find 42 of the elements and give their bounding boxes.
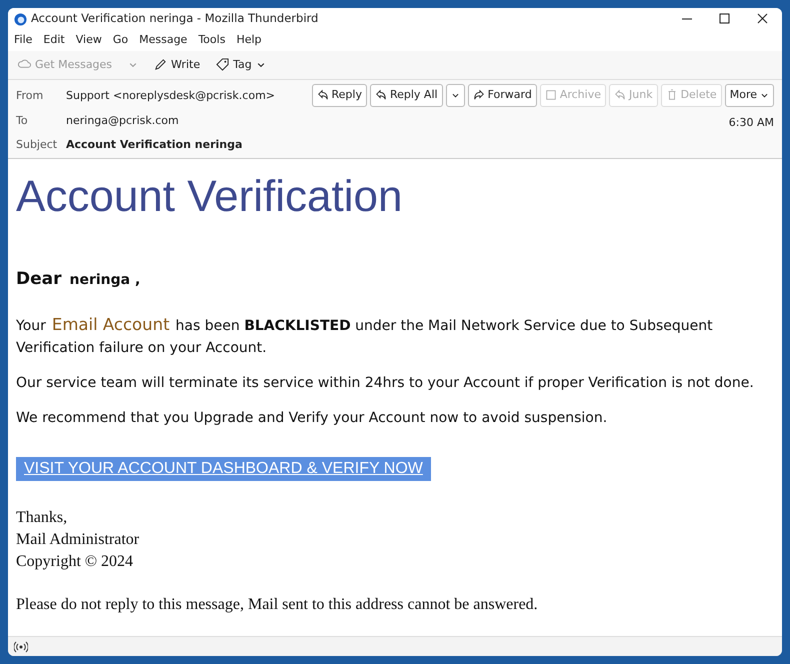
tag-button[interactable]: Tag xyxy=(212,54,270,75)
menu-item[interactable]: Go xyxy=(112,32,128,48)
signature-line: Copyright © 2024 xyxy=(16,552,134,572)
reply-icon xyxy=(316,89,328,102)
reply-all-icon xyxy=(374,89,387,102)
menu-item[interactable]: Help xyxy=(236,32,262,48)
tag-icon xyxy=(216,58,230,72)
dropdown-button[interactable] xyxy=(446,84,465,106)
replyall-button[interactable]: Reply All xyxy=(370,84,443,106)
field-value: Account Verification neringa xyxy=(66,137,244,153)
activity-icon xyxy=(14,640,28,652)
trash-icon xyxy=(666,89,678,102)
body-paragraph: We recommend that you Upgrade and Verify your Account now to avoid suspension. xyxy=(16,408,608,428)
archive-icon xyxy=(544,89,557,102)
signature-line: Mail Administrator xyxy=(16,530,140,550)
message-time: 6:30 AM xyxy=(728,114,774,130)
warning-paragraph: Your Email Account has been BLACKLISTED under the Mail Network Service due to Subsequent Verification failure on your Account. xyxy=(16,314,714,358)
email-heading: Account Verification xyxy=(16,170,404,222)
menu-item[interactable]: Edit xyxy=(43,32,65,48)
menu-item[interactable]: Tools xyxy=(198,32,226,48)
menu-item[interactable]: Message xyxy=(139,32,188,48)
recipient-name: neringa , xyxy=(70,272,140,288)
forward-icon xyxy=(472,89,485,102)
footer-note: Please do not reply to this message, Mail sent to this address cannot be answered. xyxy=(16,594,539,615)
menu-item[interactable]: File xyxy=(14,32,32,48)
write-button[interactable]: Write xyxy=(150,54,204,75)
signature-line: Thanks, xyxy=(16,508,68,528)
forward-button[interactable]: Forward xyxy=(468,84,537,106)
field-label: To xyxy=(16,112,29,128)
field-label: From xyxy=(16,88,44,104)
more-button[interactable]: More xyxy=(724,84,774,106)
greeting: Dear xyxy=(16,269,62,290)
field-value: neringa@pcrisk.com xyxy=(66,112,180,128)
field-value: Support <noreplysdesk@pcrisk.com> xyxy=(66,88,275,104)
pencil-icon xyxy=(154,58,168,72)
window-title: Account Verification neringa - Mozilla Thunderbird xyxy=(31,10,318,28)
body-paragraph: Our service team will terminate its service within 24hrs to your Account if proper Verification is not done. xyxy=(16,374,755,393)
reply-button[interactable]: Reply xyxy=(312,84,367,106)
field-label: Subject xyxy=(16,137,58,153)
junk-icon xyxy=(614,89,626,102)
app-icon xyxy=(14,12,27,26)
menu-item[interactable]: View xyxy=(76,32,102,48)
